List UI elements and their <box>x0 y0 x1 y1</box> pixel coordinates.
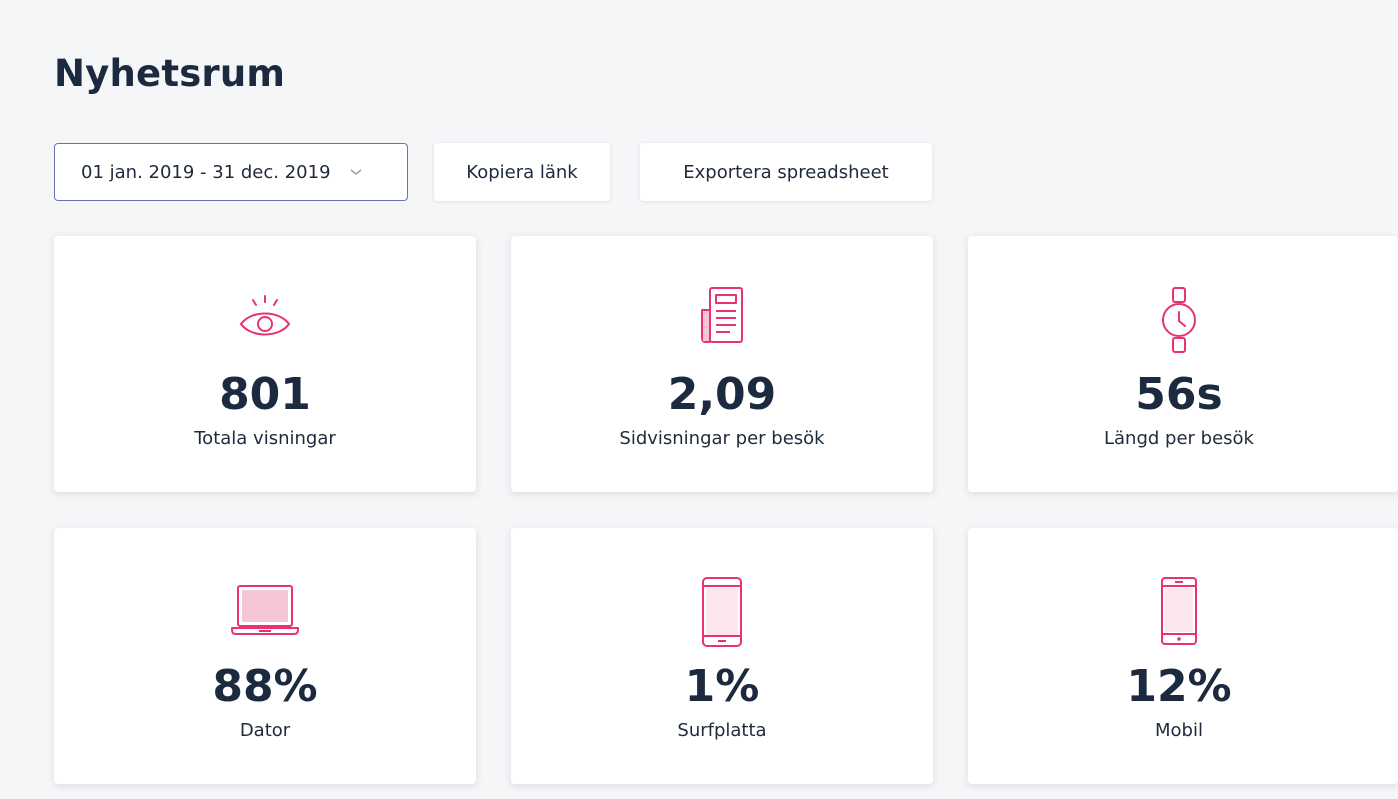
stat-label: Dator <box>239 720 291 741</box>
stat-label: Surfplatta <box>677 720 767 741</box>
copy-link-button[interactable]: Kopiera länk <box>434 143 610 201</box>
stat-card-duration-per-visit: 56s Längd per besök <box>968 236 1398 492</box>
stat-value: 2,09 <box>667 369 777 420</box>
copy-link-label: Kopiera länk <box>466 161 578 183</box>
phone-icon <box>1139 572 1219 652</box>
stat-value: 88% <box>212 661 318 712</box>
newspaper-icon <box>682 280 762 360</box>
stat-value: 12% <box>1126 661 1232 712</box>
stat-card-tablet: 1% Surfplatta <box>511 528 933 784</box>
page-title: Nyhetsrum <box>54 52 286 95</box>
watch-icon <box>1139 280 1219 360</box>
stat-card-total-views: 801 Totala visningar <box>54 236 476 492</box>
date-range-picker[interactable]: 01 jan. 2019 - 31 dec. 2019 <box>54 143 408 201</box>
stat-label: Mobil <box>1155 720 1203 741</box>
export-spreadsheet-label: Exportera spreadsheet <box>683 161 889 183</box>
date-range-value: 01 jan. 2019 - 31 dec. 2019 <box>81 161 331 183</box>
stat-value: 56s <box>1135 369 1223 420</box>
newsroom-page: Nyhetsrum 01 jan. 2019 - 31 dec. 2019 Ko… <box>0 0 1398 799</box>
chevron-down-icon <box>350 169 361 175</box>
export-spreadsheet-button[interactable]: Exportera spreadsheet <box>640 143 932 201</box>
stat-label: Sidvisningar per besök <box>619 428 825 449</box>
stat-card-desktop: 88% Dator <box>54 528 476 784</box>
tablet-icon <box>682 572 762 652</box>
eye-icon <box>225 280 305 360</box>
toolbar: 01 jan. 2019 - 31 dec. 2019 Kopiera länk… <box>54 142 932 202</box>
laptop-icon <box>225 572 305 652</box>
stat-card-pages-per-visit: 2,09 Sidvisningar per besök <box>511 236 933 492</box>
stat-value: 801 <box>219 369 311 420</box>
stat-card-mobile: 12% Mobil <box>968 528 1398 784</box>
stat-value: 1% <box>684 661 760 712</box>
stat-label: Längd per besök <box>1104 428 1254 449</box>
stat-label: Totala visningar <box>194 428 336 449</box>
